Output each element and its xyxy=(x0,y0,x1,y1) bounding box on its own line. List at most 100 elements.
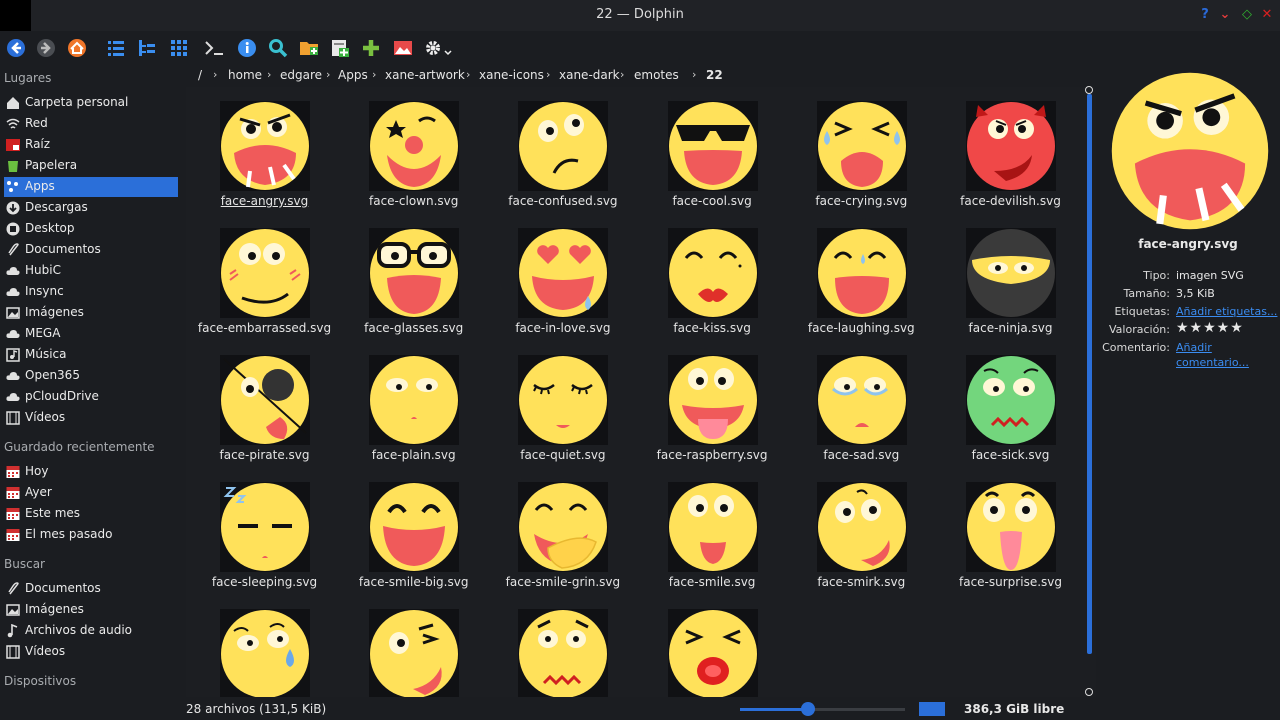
breadcrumb-item[interactable]: emotes xyxy=(634,68,679,82)
file-item[interactable]: face-smirk.svg xyxy=(787,472,936,599)
file-item[interactable]: face-sad.svg xyxy=(787,345,936,472)
sidebar-item-imágenes[interactable]: Imágenes xyxy=(4,600,178,620)
file-item[interactable]: face-angry.svg xyxy=(190,91,339,218)
add-icon[interactable] xyxy=(361,38,381,58)
add-tags-link[interactable]: Añadir etiquetas... xyxy=(1176,305,1277,318)
file-item[interactable]: face-devilish.svg xyxy=(936,91,1085,218)
close-button[interactable]: ✕ xyxy=(1259,7,1275,23)
sidebar-item-desktop[interactable]: Desktop xyxy=(4,219,178,239)
sidebar-item-insync[interactable]: Insync xyxy=(4,282,178,302)
file-item[interactable]: face-plain.svg xyxy=(339,345,488,472)
forward-icon[interactable] xyxy=(36,38,56,58)
sidebar-item-este-mes[interactable]: Este mes xyxy=(4,504,178,524)
file-item[interactable] xyxy=(488,599,637,697)
breadcrumb-item[interactable]: 22 xyxy=(706,68,723,82)
sidebar-item-documentos[interactable]: Documentos xyxy=(4,240,178,260)
file-item[interactable]: face-laughing.svg xyxy=(787,218,936,345)
sidebar-item-raíz[interactable]: Raíz xyxy=(4,135,178,155)
breadcrumb-item[interactable]: Apps xyxy=(338,68,368,82)
sidebar-item-hoy[interactable]: Hoy xyxy=(4,462,178,482)
file-item[interactable]: face-ninja.svg xyxy=(936,218,1085,345)
zoom-slider-handle[interactable] xyxy=(800,702,815,716)
file-item[interactable]: face-kiss.svg xyxy=(638,218,787,345)
file-item[interactable] xyxy=(638,599,787,697)
smirk-face-icon xyxy=(816,482,907,572)
settings-icon[interactable] xyxy=(424,38,454,58)
add-panel-icon[interactable] xyxy=(330,38,350,58)
details-view-icon[interactable] xyxy=(106,38,126,58)
calendar-icon xyxy=(6,507,20,521)
sidebar-item-carpeta-personal[interactable]: Carpeta personal xyxy=(4,93,178,113)
image-icon[interactable] xyxy=(393,38,413,58)
icons-view-icon[interactable] xyxy=(169,38,189,58)
file-item[interactable]: face-cool.svg xyxy=(638,91,787,218)
sidebar-item-vídeos[interactable]: Vídeos xyxy=(4,642,178,662)
sidebar-item-papelera[interactable]: Papelera xyxy=(4,156,178,176)
breadcrumb-item[interactable]: / xyxy=(198,68,202,82)
file-item[interactable]: face-smile-big.svg xyxy=(339,472,488,599)
file-view[interactable]: face-angry.svg face-clown.svg face-confu… xyxy=(186,87,1096,697)
sidebar-item-red[interactable]: Red xyxy=(4,114,178,134)
file-item[interactable]: face-smile.svg xyxy=(638,472,787,599)
file-item[interactable] xyxy=(190,599,339,697)
file-item[interactable]: face-sleeping.svg xyxy=(190,472,339,599)
in-love-face-icon xyxy=(518,228,609,318)
document-icon xyxy=(6,582,20,596)
file-item[interactable]: face-glasses.svg xyxy=(339,218,488,345)
sidebar-item-pclouddrive[interactable]: pCloudDrive xyxy=(4,387,178,407)
maximize-button[interactable]: ◇ xyxy=(1239,7,1255,23)
sidebar-item-hubic[interactable]: HubiC xyxy=(4,261,178,281)
breadcrumb-item[interactable]: xane-artwork xyxy=(385,68,465,82)
info-icon[interactable] xyxy=(237,38,257,58)
file-item[interactable]: face-surprise.svg xyxy=(936,472,1085,599)
file-item[interactable]: face-crying.svg xyxy=(787,91,936,218)
tree-view-icon[interactable] xyxy=(137,38,157,58)
file-item[interactable]: face-sick.svg xyxy=(936,345,1085,472)
sidebar-item-documentos[interactable]: Documentos xyxy=(4,579,178,599)
new-folder-icon[interactable] xyxy=(299,38,319,58)
help-button[interactable]: ? xyxy=(1197,7,1213,23)
file-item[interactable]: face-confused.svg xyxy=(488,91,637,218)
search-icon[interactable] xyxy=(268,38,288,58)
sidebar-item-música[interactable]: Música xyxy=(4,345,178,365)
file-count: 28 archivos (131,5 KiB) xyxy=(186,702,327,716)
file-item[interactable]: face-smile-grin.svg xyxy=(488,472,637,599)
file-item[interactable]: face-embarrassed.svg xyxy=(190,218,339,345)
minimize-button[interactable]: ⌄ xyxy=(1217,7,1233,23)
file-item[interactable]: face-clown.svg xyxy=(339,91,488,218)
scroll-down-button[interactable] xyxy=(1085,688,1093,696)
sidebar-item-vídeos[interactable]: Vídeos xyxy=(4,408,178,428)
sidebar-item-open365[interactable]: Open365 xyxy=(4,366,178,386)
terminal-icon[interactable] xyxy=(204,38,224,58)
cloud-icon xyxy=(6,264,20,278)
sidebar-item-el-mes-pasado[interactable]: El mes pasado xyxy=(4,525,178,545)
home-icon[interactable] xyxy=(67,38,87,58)
file-item[interactable] xyxy=(339,599,488,697)
file-item[interactable]: face-quiet.svg xyxy=(488,345,637,472)
scrollbar[interactable] xyxy=(1087,94,1092,654)
breadcrumb-item[interactable]: xane-dark xyxy=(559,68,620,82)
scroll-up-button[interactable] xyxy=(1085,86,1093,94)
file-item[interactable]: face-pirate.svg xyxy=(190,345,339,472)
breadcrumb-item[interactable]: home xyxy=(228,68,262,82)
file-item[interactable]: face-raspberry.svg xyxy=(638,345,787,472)
sidebar-item-mega[interactable]: MEGA xyxy=(4,324,178,344)
file-name: face-sad.svg xyxy=(823,448,900,462)
add-comment-link-2[interactable]: comentario... xyxy=(1176,356,1249,369)
sidebar-item-imágenes[interactable]: Imágenes xyxy=(4,303,178,323)
rating-stars[interactable]: ★★★★★ xyxy=(1176,320,1244,336)
sidebar-item-apps[interactable]: Apps xyxy=(4,177,178,197)
sidebar-item-label: Red xyxy=(25,116,48,130)
breadcrumb-item[interactable]: edgare xyxy=(280,68,322,82)
sidebar-item-descargas[interactable]: Descargas xyxy=(4,198,178,218)
breadcrumb-separator-icon: › xyxy=(546,68,551,81)
sidebar-item-archivos-de-audio[interactable]: Archivos de audio xyxy=(4,621,178,641)
sleeping-face-icon xyxy=(220,482,310,572)
breadcrumb-item[interactable]: xane-icons xyxy=(479,68,544,82)
sidebar-item-label: HubiC xyxy=(25,263,61,277)
file-item[interactable]: face-in-love.svg xyxy=(488,218,637,345)
sidebar-item-ayer[interactable]: Ayer xyxy=(4,483,178,503)
sweat-face-icon xyxy=(220,609,310,697)
add-comment-link[interactable]: Añadir xyxy=(1176,341,1212,354)
back-icon[interactable] xyxy=(6,38,26,58)
